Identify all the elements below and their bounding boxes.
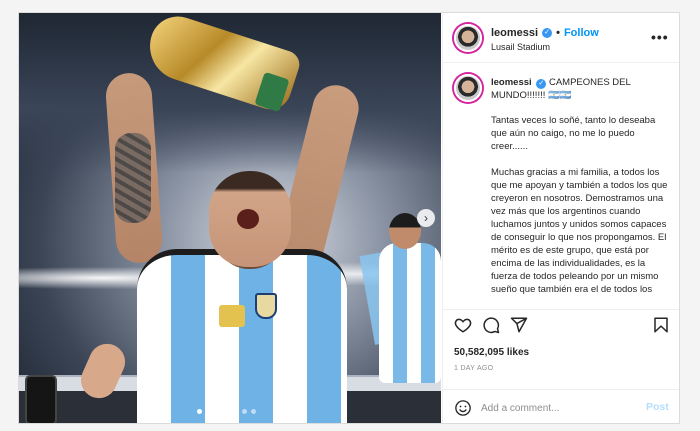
comment-icon[interactable] [482, 316, 500, 334]
username-link[interactable]: leomessi [491, 27, 538, 39]
player-mouth [237, 209, 259, 229]
arm-tattoo [115, 133, 151, 223]
location-link[interactable]: Lusail Stadium [491, 42, 550, 52]
heart-icon[interactable] [454, 316, 472, 334]
argentina-jersey [137, 249, 347, 423]
share-icon[interactable] [510, 316, 528, 334]
next-image-button[interactable]: › [417, 209, 435, 227]
caption-section: leomessi ✓ CAMPEONES DEL MUNDO!!!!!!! 🇦🇷… [443, 64, 679, 306]
emoji-icon[interactable] [454, 399, 472, 417]
likes-count[interactable]: 50,582,095 likes [454, 347, 529, 358]
carousel-dot [197, 409, 202, 414]
post-timestamp: 1 DAY AGO [454, 365, 494, 372]
caption-paragraph: Tantas veces lo soñé, tanto lo deseaba q… [491, 115, 656, 152]
jersey-crest [255, 293, 277, 319]
follow-button[interactable]: Follow [564, 27, 599, 39]
post-side-panel: leomessi ✓ • Follow Lusail Stadium ••• l… [442, 13, 679, 423]
post-photo[interactable]: › [19, 13, 441, 423]
carousel-dots [197, 409, 256, 414]
avatar[interactable] [454, 24, 482, 52]
carousel-dot [251, 409, 256, 414]
action-bar [443, 309, 679, 337]
instagram-post-card: › leomessi ✓ • Follow Lusail Stadium ••• [18, 12, 680, 424]
carousel-dot [215, 409, 220, 414]
chevron-right-icon: › [424, 211, 428, 225]
separator-dot: • [556, 27, 560, 39]
more-icon[interactable]: ••• [651, 29, 669, 45]
bookmark-icon[interactable] [652, 316, 670, 334]
post-header: leomessi ✓ • Follow Lusail Stadium ••• [443, 13, 679, 63]
carousel-dot [233, 409, 238, 414]
comment-input[interactable] [481, 399, 631, 417]
jersey-badge [219, 305, 245, 327]
avatar[interactable] [454, 74, 482, 102]
caption-username[interactable]: leomessi [491, 77, 532, 88]
carousel-dot [224, 409, 229, 414]
verified-icon: ✓ [536, 79, 547, 89]
comment-bar: Post [443, 389, 679, 423]
post-comment-button[interactable]: Post [646, 401, 669, 413]
caption-paragraph: Muchas gracias a mi familia, a todos los… [491, 167, 668, 295]
teammate-figure [359, 213, 441, 423]
carousel-dot [206, 409, 211, 414]
carousel-dot [242, 409, 247, 414]
verified-icon: ✓ [542, 28, 553, 38]
fan-phone [25, 375, 57, 423]
